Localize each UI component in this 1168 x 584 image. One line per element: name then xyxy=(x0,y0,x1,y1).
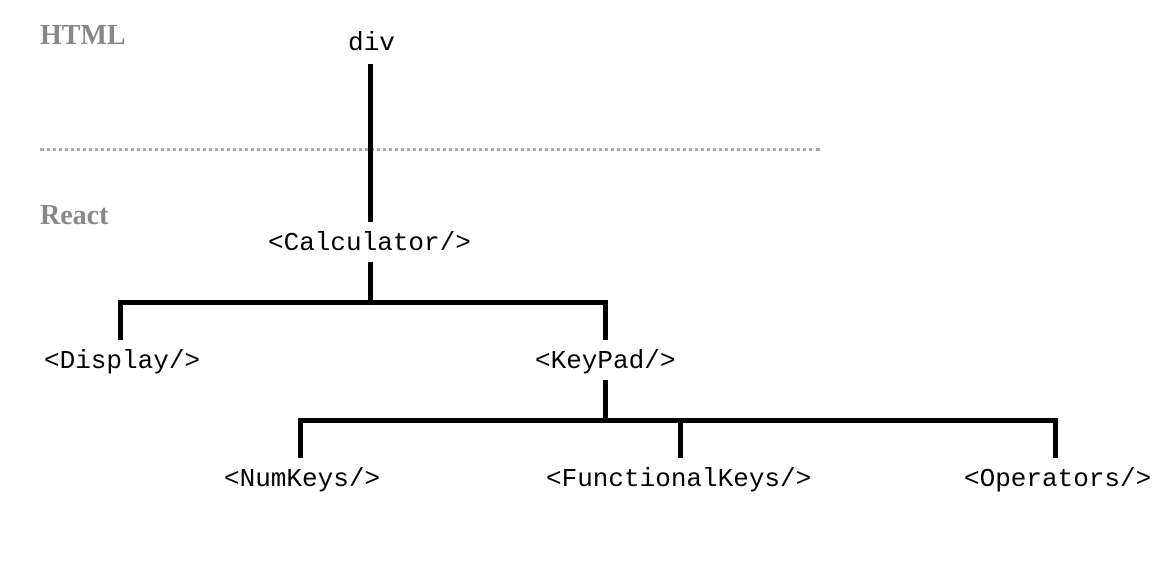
connector-keypad-stem xyxy=(603,380,608,418)
node-div: div xyxy=(348,28,395,58)
node-functionalkeys: <FunctionalKeys/> xyxy=(546,464,811,494)
connector-calculator-stem xyxy=(368,262,373,300)
node-keypad: <KeyPad/> xyxy=(535,346,675,376)
connector-display-drop xyxy=(118,300,123,340)
connector-numkeys-drop xyxy=(298,418,303,458)
section-divider xyxy=(40,148,820,151)
connector-div-calculator xyxy=(368,64,373,222)
connector-keypad-drop xyxy=(603,300,608,340)
react-section-label: React xyxy=(40,200,108,232)
node-numkeys: <NumKeys/> xyxy=(224,464,380,494)
connector-operators-drop xyxy=(1053,418,1058,458)
connector-calculator-hbar xyxy=(118,300,608,305)
html-section-label: HTML xyxy=(40,20,126,52)
node-display: <Display/> xyxy=(44,346,200,376)
node-calculator: <Calculator/> xyxy=(268,228,471,258)
connector-functionalkeys-drop xyxy=(678,418,683,458)
node-operators: <Operators/> xyxy=(964,464,1151,494)
